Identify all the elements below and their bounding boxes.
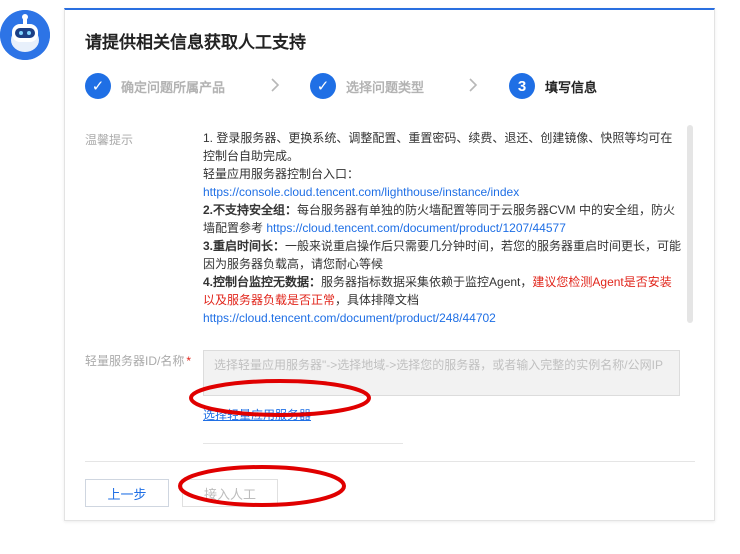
prev-button[interactable]: 上一步 — [85, 479, 169, 507]
select-server-link[interactable]: 选择轻量应用服务器 — [203, 406, 311, 423]
step-2-label: 选择问题类型 — [346, 79, 425, 95]
assistant-avatar — [0, 10, 50, 60]
support-dialog: 请提供相关信息获取人工支持 ✓ 确定问题所属产品 ✓ 选择问题类型 3 填写信息… — [64, 8, 715, 521]
tip-2-heading: 2.不支持安全组： — [203, 203, 298, 217]
tips-scrollbar[interactable] — [687, 125, 693, 323]
tips-content: 1. 登录服务器、更换系统、调整配置、重置密码、续费、退还、创建镜像、快照等均可… — [203, 129, 683, 329]
step-1: ✓ 确定问题所属产品 — [85, 72, 225, 100]
tip-3-heading: 3.重启时间长： — [203, 239, 286, 253]
tip-4-text: 服务器指标数据采集依赖于监控Agent， — [321, 275, 533, 289]
server-id-input[interactable] — [203, 350, 680, 396]
chevron-right-icon — [469, 78, 478, 92]
check-icon: ✓ — [85, 73, 111, 99]
monitor-doc-link[interactable]: https://cloud.tencent.com/document/produ… — [203, 311, 496, 325]
required-mark: * — [186, 354, 192, 368]
step-3: 3 填写信息 — [509, 72, 597, 100]
firewall-doc-link[interactable]: https://cloud.tencent.com/document/produ… — [266, 221, 566, 235]
tip-4-text-2: ，具体排障文档 — [335, 293, 420, 307]
tip-4-heading: 4.控制台监控无数据： — [203, 275, 322, 289]
chevron-right-icon — [271, 78, 280, 92]
footer-divider — [85, 461, 695, 462]
tips-label: 温馨提示 — [85, 133, 134, 147]
steps-bar: ✓ 确定问题所属产品 ✓ 选择问题类型 3 填写信息 — [85, 72, 685, 102]
divider — [203, 443, 403, 444]
console-link[interactable]: https://console.cloud.tencent.com/lighth… — [203, 185, 519, 199]
check-icon: ✓ — [310, 73, 336, 99]
tip-line-2: 轻量应用服务器控制台入口： — [203, 167, 360, 181]
robot-icon — [0, 10, 50, 60]
step-2: ✓ 选择问题类型 — [310, 72, 424, 100]
server-field-label-text: 轻量服务器ID/名称 — [85, 354, 185, 368]
step-3-label: 填写信息 — [545, 79, 598, 95]
step-3-number: 3 — [509, 73, 535, 99]
tip-line-1: 1. 登录服务器、更换系统、调整配置、重置密码、续费、退还、创建镜像、快照等均可… — [203, 131, 673, 163]
step-1-label: 确定问题所属产品 — [121, 79, 226, 95]
server-field-label: 轻量服务器ID/名称 * — [85, 352, 191, 369]
submit-button[interactable]: 接入人工 — [182, 479, 278, 507]
dialog-title: 请提供相关信息获取人工支持 — [85, 33, 306, 52]
